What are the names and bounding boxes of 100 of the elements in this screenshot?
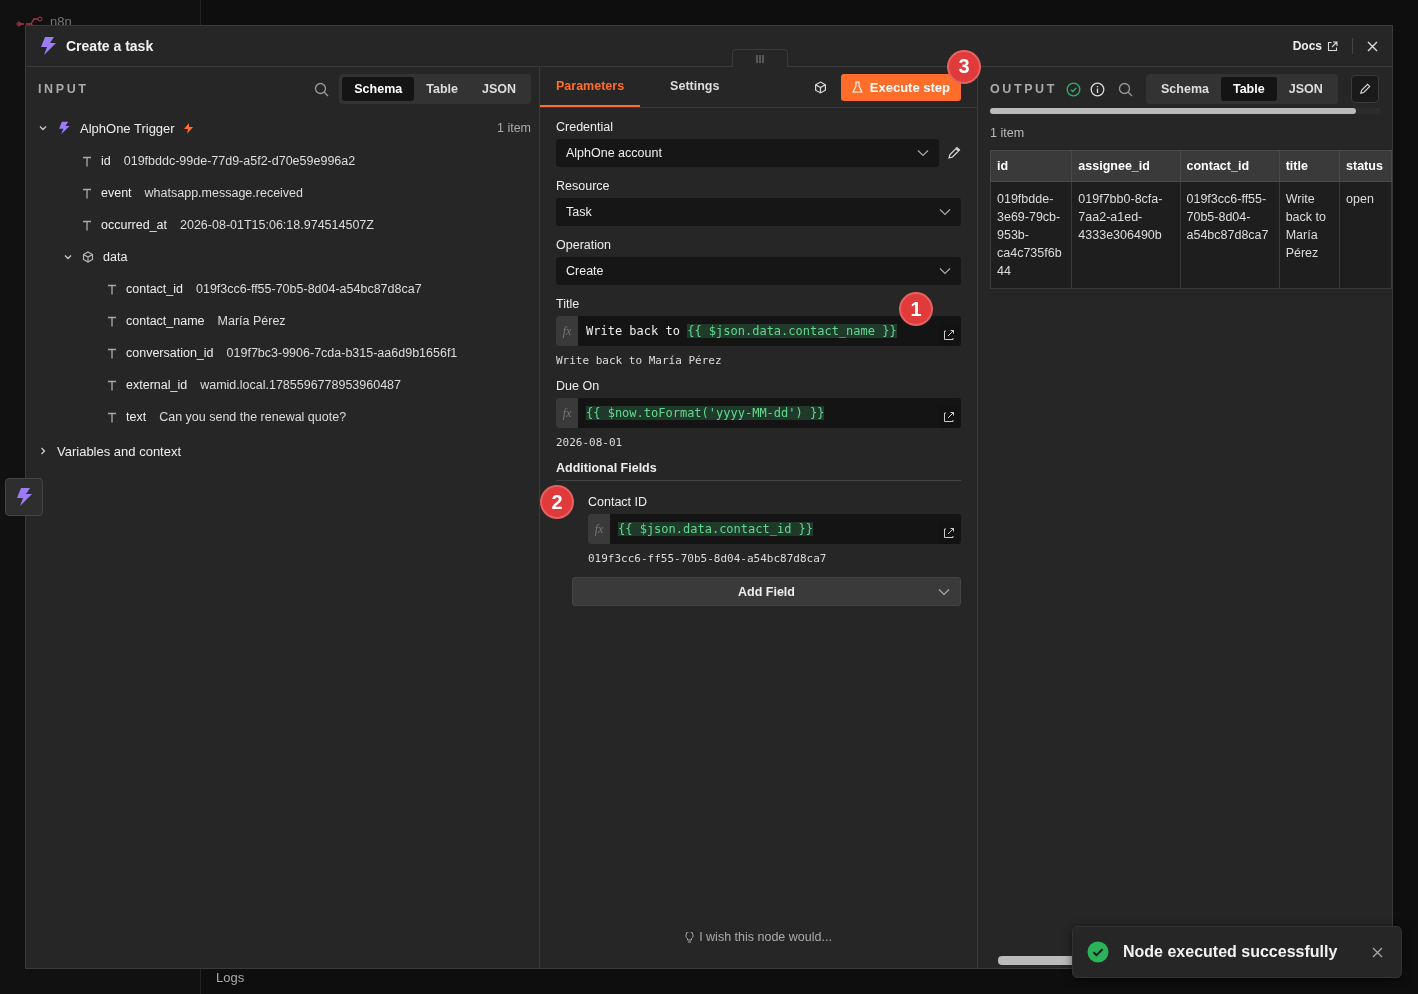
step-number-badge: 3: [947, 49, 981, 84]
caret-icon: [917, 149, 929, 157]
field-key: external_id: [126, 378, 188, 392]
fx-label: fx: [556, 398, 578, 428]
search-icon[interactable]: [314, 81, 330, 97]
view-tab[interactable]: Schema: [1149, 77, 1221, 101]
column-header: status: [1339, 150, 1392, 182]
expression-text: {{ $now.toFormat('yyyy-MM-dd') }}: [586, 406, 825, 420]
table-cell: 019f7bb0-8cfa-7aa2-a1ed-4333e306490b: [1071, 181, 1180, 289]
scrollbar[interactable]: [990, 108, 1380, 114]
caret-icon: [938, 587, 950, 596]
step-number-badge: 1: [899, 292, 933, 326]
caret-icon: [939, 208, 951, 216]
table-cell: Write back to María Pérez: [1279, 181, 1340, 289]
field-value: 019f3cc6-ff55-70b5-8d04-a54bc87d8ca7: [196, 282, 422, 296]
pencil-icon: [1358, 83, 1371, 95]
table-cell: open: [1339, 181, 1392, 289]
bolt-icon: [183, 122, 193, 134]
step-number-badge: 2: [540, 485, 574, 519]
field-key: text: [126, 410, 147, 424]
field-key: contact_name: [126, 314, 205, 328]
item-count: 1 item: [990, 126, 1026, 140]
chevron-icon[interactable]: [63, 252, 73, 262]
panel-tab[interactable]: Settings: [654, 67, 736, 107]
field-value: whatsapp.message.received: [144, 186, 304, 200]
expression-result: Write back to María Pérez: [556, 354, 723, 367]
item-count: 1 item: [496, 121, 531, 135]
field-key: contact_id: [126, 282, 183, 296]
select-field[interactable]: AlphOne account: [556, 139, 939, 167]
expression-text: {{ $json.data.contact_id }}: [618, 522, 814, 536]
expression-text: Write back to {{ $json.data.contact_name }}: [586, 324, 897, 338]
docs-link[interactable]: Docs: [1292, 39, 1338, 53]
view-tab[interactable]: Table: [1220, 77, 1277, 101]
search-icon[interactable]: [1118, 81, 1133, 97]
field-key: occurred_at: [101, 218, 167, 232]
view-tab[interactable]: JSON: [469, 77, 528, 101]
column-header: assignee_id: [1071, 150, 1180, 182]
text-type-icon: [107, 379, 117, 391]
panel-heading: INPUT: [38, 82, 89, 96]
field-value: María Pérez: [217, 314, 286, 328]
feedback-link[interactable]: I wish this node would...: [685, 930, 832, 944]
table-cell: 019f3cc6-ff55-70b5-8d04-a54bc87d8ca7: [1180, 181, 1280, 289]
table-cell: 019fbdde-3e69-79cb-953b-ca4c735f6b44: [990, 181, 1072, 289]
dialog-title: Create a task: [66, 38, 154, 54]
panel-tab[interactable]: Parameters: [540, 67, 641, 107]
drag-handle[interactable]: [732, 49, 788, 67]
cube-icon[interactable]: [813, 80, 827, 94]
text-type-icon: [107, 315, 117, 327]
lightning-icon: [14, 487, 34, 507]
text-type-icon: [107, 283, 117, 295]
logo-icon: [16, 14, 46, 29]
view-tab[interactable]: Schema: [342, 77, 415, 101]
field-key: event: [101, 186, 132, 200]
field-key: conversation_id: [126, 346, 214, 360]
field-label: Contact ID: [588, 495, 648, 509]
field-value: wamid.local.1785596778953960487: [200, 378, 402, 392]
fx-label: fx: [556, 316, 578, 346]
fx-label: fx: [588, 514, 610, 544]
node-button[interactable]: [5, 478, 43, 516]
select-field[interactable]: Task: [556, 198, 961, 226]
field-label: Resource: [556, 179, 610, 193]
field-value: 019f7bc3-9906-7cda-b315-aa6d9b1656f1: [226, 346, 458, 360]
text-type-icon: [107, 411, 117, 423]
field-label: Operation: [556, 238, 611, 252]
select-field[interactable]: Create: [556, 257, 961, 285]
node-name: AlphOne Trigger: [80, 120, 175, 136]
field-value: Can you send the renewal quote?: [159, 410, 347, 424]
field-label: Title: [556, 297, 580, 311]
cube-icon: [82, 251, 94, 263]
external-link-icon: [1327, 40, 1338, 52]
panel-heading: OUTPUT: [990, 82, 1057, 96]
field-value: 2026-08-01T15:06:18.974514507Z: [180, 218, 374, 232]
expression-result: 019f3cc6-ff55-70b5-8d04-a54bc87d8ca7: [588, 552, 828, 565]
text-type-icon: [82, 155, 92, 167]
close-icon[interactable]: [1372, 946, 1383, 958]
chevron-icon[interactable]: [38, 123, 48, 133]
expression-result: 2026-08-01: [556, 436, 624, 449]
tree-item[interactable]: Variables and context: [57, 443, 182, 459]
edit-button[interactable]: [1350, 75, 1379, 103]
field-key: id: [101, 154, 111, 168]
text-type-icon: [107, 347, 117, 359]
column-header: contact_id: [1180, 150, 1280, 182]
logs-tab[interactable]: Logs: [216, 970, 245, 985]
pencil-icon[interactable]: [947, 146, 961, 160]
field-key: data: [103, 250, 128, 264]
lightbulb-icon: [685, 931, 695, 943]
add-field-button[interactable]: Add Field: [572, 577, 961, 606]
lightning-icon: [57, 121, 71, 135]
field-value: 019fbddc-99de-77d9-a5f2-d70e59e996a2: [123, 154, 356, 168]
flask-icon: [851, 81, 863, 93]
text-type-icon: [82, 187, 92, 199]
field-label: Due On: [556, 379, 600, 393]
lightning-icon: [38, 36, 58, 56]
column-header: id: [990, 150, 1072, 182]
info-icon[interactable]: [1090, 81, 1105, 97]
view-tab[interactable]: Table: [414, 77, 470, 101]
field-label: Credential: [556, 120, 613, 134]
view-tab[interactable]: JSON: [1276, 77, 1335, 101]
chevron-icon[interactable]: [38, 446, 48, 456]
section-heading: Additional Fields: [556, 461, 961, 481]
